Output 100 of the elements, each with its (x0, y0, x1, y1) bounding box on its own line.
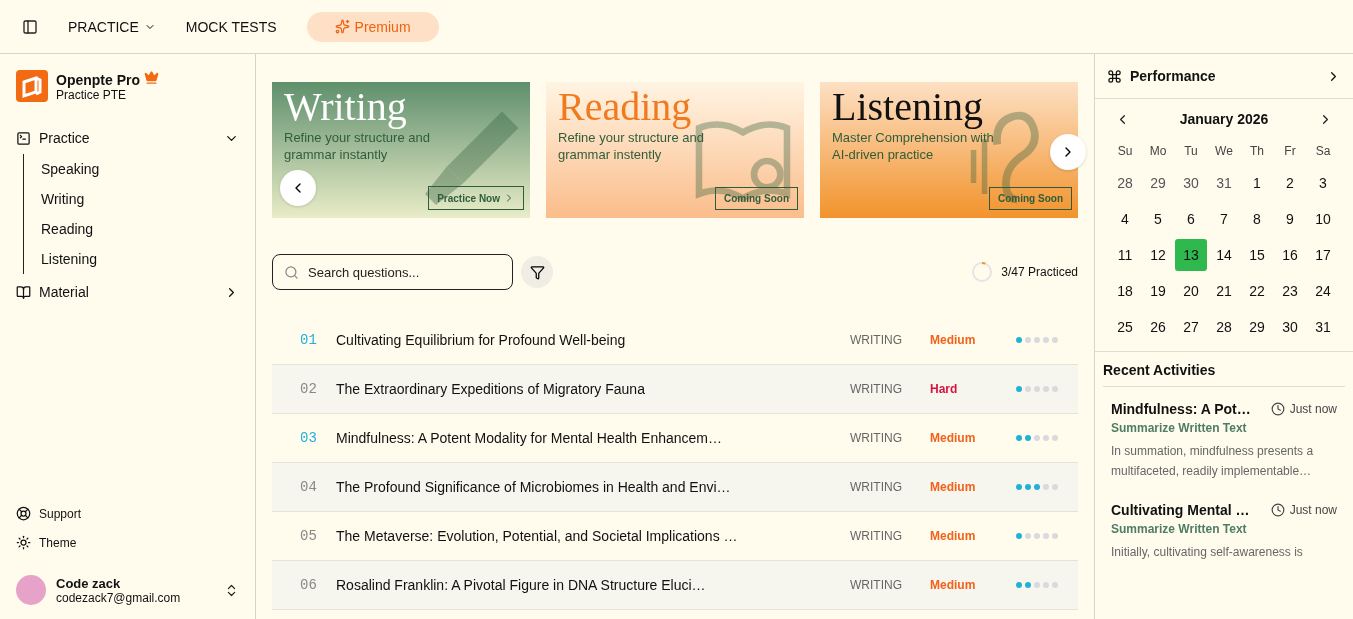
banner-title: Listening (832, 86, 985, 128)
progress-dot (1052, 533, 1058, 539)
nav-group[interactable]: Material (16, 278, 239, 306)
banner-title: Reading (558, 86, 693, 128)
calendar-day[interactable]: 14 (1208, 239, 1240, 271)
logo-icon (16, 70, 48, 102)
progress-dot (1043, 484, 1049, 490)
progress-dot (1043, 386, 1049, 392)
banner-title: Writing (284, 86, 408, 128)
search-field[interactable]: Search questions... (272, 254, 513, 290)
calendar-day[interactable]: 27 (1175, 311, 1207, 343)
progress-dot (1034, 533, 1040, 539)
progress-dot (1025, 582, 1031, 588)
question-number: 01 (300, 332, 318, 348)
calendar-day[interactable]: 31 (1208, 167, 1240, 199)
progress-dot (1025, 386, 1031, 392)
banner-button[interactable]: Coming Soon (715, 187, 798, 210)
calendar-day[interactable]: 3 (1307, 167, 1339, 199)
weekday-label: Tu (1183, 143, 1199, 160)
nav-link[interactable]: MOCK TESTS (185, 18, 277, 35)
activity-excerpt: In summation, mindfulness presents a multifaceted, readily implementable… (1111, 443, 1315, 481)
calendar-day[interactable]: 21 (1208, 275, 1240, 307)
calendar-day[interactable]: 28 (1109, 167, 1141, 199)
calendar-day[interactable]: 25 (1109, 311, 1141, 343)
calendar-day[interactable]: 18 (1109, 275, 1141, 307)
calendar-day[interactable]: 11 (1109, 239, 1141, 271)
search-icon (284, 264, 299, 280)
calendar-day[interactable]: 5 (1142, 203, 1174, 235)
calendar-day[interactable]: 16 (1274, 239, 1306, 271)
progress-dot (1016, 484, 1022, 490)
progress-dot (1016, 435, 1022, 441)
progress-text: 3/47 Practiced (1001, 265, 1078, 279)
calendar-day[interactable]: 15 (1241, 239, 1273, 271)
section-title: Recent Activities (1103, 362, 1345, 387)
progress-dot (1034, 386, 1040, 392)
calendar-day[interactable]: 4 (1109, 203, 1141, 235)
nav-group[interactable]: Practice (16, 124, 239, 152)
progress-dot (1043, 435, 1049, 441)
nav-item[interactable]: Reading (41, 214, 239, 244)
weekday-label: Fr (1283, 143, 1297, 160)
progress-dot (1052, 484, 1058, 490)
filter-button[interactable] (521, 256, 553, 288)
calendar-day[interactable]: 20 (1175, 275, 1207, 307)
category-label: WRITING (850, 333, 903, 347)
difficulty-label: Medium (930, 333, 977, 347)
calendar-day[interactable]: 12 (1142, 239, 1174, 271)
calendar-day[interactable]: 24 (1307, 275, 1339, 307)
progress-dot (1025, 337, 1031, 343)
calendar-day[interactable]: 22 (1241, 275, 1273, 307)
activity-title: Mindfulness: A Pot… (1111, 401, 1251, 417)
activity-time: Just now (1270, 402, 1337, 416)
question-row[interactable]: 02 The Extraordinary Expeditions of Migratory Fauna WRITING Hard (272, 365, 1078, 414)
progress-dot (1034, 435, 1040, 441)
sidebar-toggle-button[interactable] (22, 18, 38, 35)
nav-item[interactable]: Speaking (41, 154, 239, 184)
question-row[interactable]: 06 Rosalind Franklin: A Pivotal Figure in DNA Structure Eluci… WRITING Medium (272, 561, 1078, 610)
progress-dot (1052, 337, 1058, 343)
calendar-day[interactable]: 8 (1241, 203, 1273, 235)
nav-link[interactable]: PRACTICE (68, 18, 156, 35)
calendar-day[interactable]: 30 (1274, 311, 1306, 343)
calendar-day[interactable]: 19 (1142, 275, 1174, 307)
clock-icon (1270, 502, 1285, 517)
progress-dot (1016, 533, 1022, 539)
terminal-icon (16, 130, 31, 146)
nav-item[interactable]: Listening (41, 244, 239, 274)
footer-link[interactable]: Theme (16, 528, 239, 557)
calendar-day[interactable]: 23 (1274, 275, 1306, 307)
calendar-day[interactable]: 30 (1175, 167, 1207, 199)
nav-item[interactable]: Writing (41, 184, 239, 214)
activity-excerpt: Initially, cultivating self-awareness is (1111, 543, 1304, 561)
progress-dot (1043, 582, 1049, 588)
difficulty-label: Hard (930, 382, 959, 396)
calendar-day[interactable]: 29 (1241, 311, 1273, 343)
difficulty-label: Medium (930, 578, 977, 592)
banner-button[interactable]: Coming Soon (989, 187, 1072, 210)
performance-header[interactable]: Performance (1095, 54, 1353, 99)
calendar-day[interactable]: 7 (1208, 203, 1240, 235)
calendar-day[interactable]: 1 (1241, 167, 1273, 199)
calendar-day[interactable]: 17 (1307, 239, 1339, 271)
calendar-day[interactable]: 28 (1208, 311, 1240, 343)
question-number: 04 (300, 479, 318, 495)
question-title: Rosalind Franklin: A Pivotal Figure in DNA Structure Eluci… (336, 577, 707, 593)
progress-dot (1043, 337, 1049, 343)
difficulty-label: Medium (930, 529, 977, 543)
banner-button[interactable]: Practice Now (428, 186, 524, 210)
progress-dot (1043, 533, 1049, 539)
category-label: WRITING (850, 382, 903, 396)
footer-link[interactable]: Support (16, 499, 239, 528)
calendar-day[interactable]: 2 (1274, 167, 1306, 199)
calendar-day[interactable]: 29 (1142, 167, 1174, 199)
calendar-day[interactable]: 6 (1175, 203, 1207, 235)
calendar-day[interactable]: 9 (1274, 203, 1306, 235)
calendar-day[interactable]: 26 (1142, 311, 1174, 343)
weekday-label: Th (1249, 143, 1265, 160)
question-row[interactable]: 04 The Profound Significance of Microbiomes in Health and Envi… WRITING Medium (272, 463, 1078, 512)
calendar-day[interactable]: 13 (1175, 239, 1207, 271)
next-button[interactable] (1050, 134, 1086, 170)
progress-dot (1025, 484, 1031, 490)
calendar-day[interactable]: 10 (1307, 203, 1339, 235)
calendar-day[interactable]: 31 (1307, 311, 1339, 343)
